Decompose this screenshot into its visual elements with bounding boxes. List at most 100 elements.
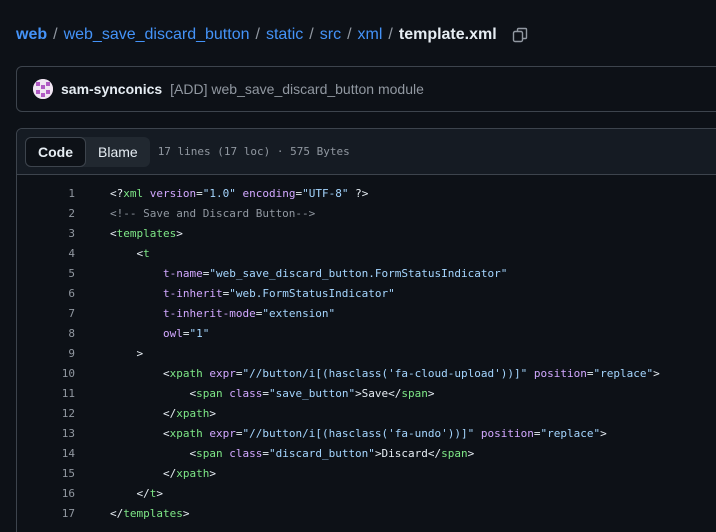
line-number[interactable]: 7 bbox=[17, 307, 75, 320]
line-number[interactable]: 10 bbox=[17, 367, 75, 380]
code-token: "//button/i[(hasclass('fa-undo'))]" bbox=[242, 426, 475, 440]
code-token: > bbox=[653, 366, 660, 380]
code-token: = bbox=[262, 446, 269, 460]
code-token: < bbox=[110, 366, 170, 380]
line-number[interactable]: 15 bbox=[17, 467, 75, 480]
line-number[interactable]: 5 bbox=[17, 267, 75, 280]
code-line: 13 <xpath expr = "//button/i[(hasclass('fa… bbox=[17, 423, 716, 443]
tab-blame[interactable]: Blame bbox=[86, 137, 150, 167]
breadcrumb: web / web_save_discard_button / static /… bbox=[16, 24, 531, 46]
line-number[interactable]: 2 bbox=[17, 207, 75, 220]
breadcrumb-current-file: template.xml bbox=[398, 26, 497, 43]
code-token: span bbox=[196, 386, 223, 400]
copy-icon bbox=[512, 27, 527, 43]
code-text: t-inherit-mode="extension" bbox=[110, 307, 335, 320]
code-token: "1" bbox=[189, 326, 210, 340]
code-text: <templates> bbox=[110, 227, 183, 240]
code-token: < bbox=[110, 446, 197, 460]
code-text: t-inherit="web.FormStatusIndicator" bbox=[110, 287, 395, 300]
code-token: "replace" bbox=[540, 426, 601, 440]
code-text: </xpath> bbox=[110, 407, 216, 420]
line-number[interactable]: 13 bbox=[17, 427, 75, 440]
code-line: 3 <templates> bbox=[17, 223, 716, 243]
code-token: = bbox=[262, 386, 269, 400]
code-token: < bbox=[110, 226, 117, 240]
file-stats: 17 lines (17 loc) · 575 Bytes bbox=[157, 145, 350, 158]
line-number[interactable]: 14 bbox=[17, 447, 75, 460]
code-line: 17 </templates> bbox=[17, 503, 716, 523]
code-token: "save_button" bbox=[268, 386, 356, 400]
code-line: 9 > bbox=[17, 343, 716, 363]
code-text: </xpath> bbox=[110, 467, 216, 480]
view-mode-toggle: Code Blame bbox=[25, 136, 150, 167]
code-token: "//button/i[(hasclass('fa-cloud-upload')… bbox=[242, 366, 528, 380]
code-token: encoding bbox=[242, 186, 296, 200]
line-number[interactable]: 4 bbox=[17, 247, 75, 260]
line-number[interactable]: 3 bbox=[17, 227, 75, 240]
line-number[interactable]: 9 bbox=[17, 347, 75, 360]
code-token: < bbox=[110, 246, 144, 260]
code-line: 6 t-inherit="web.FormStatusIndicator" bbox=[17, 283, 716, 303]
code-text: </templates> bbox=[110, 507, 189, 520]
code-token: = bbox=[586, 366, 594, 380]
breadcrumb-separator: / bbox=[309, 26, 314, 43]
code-token: templates bbox=[123, 506, 183, 520]
code-token: >Discard</ bbox=[374, 446, 442, 460]
breadcrumb-separator: / bbox=[255, 26, 260, 43]
breadcrumb-item-static[interactable]: static bbox=[266, 26, 303, 44]
file-viewer: Code Blame 17 lines (17 loc) · 575 Bytes… bbox=[16, 128, 716, 532]
breadcrumb-item-xml[interactable]: xml bbox=[358, 26, 383, 44]
code-text: <span class="save_button">Save</span> bbox=[110, 386, 434, 400]
code-token: expr bbox=[209, 366, 236, 380]
code-token: version bbox=[149, 186, 197, 200]
code-token: > bbox=[110, 346, 144, 360]
code-token: <!-- Save and Discard Button--> bbox=[110, 206, 316, 220]
code-token: xpath bbox=[176, 466, 210, 480]
code-token: < bbox=[110, 426, 170, 440]
code-token: xpath bbox=[169, 366, 203, 380]
commit-author[interactable]: sam-synconics bbox=[61, 81, 162, 97]
line-number[interactable]: 11 bbox=[17, 387, 75, 400]
file-header: Code Blame 17 lines (17 loc) · 575 Bytes bbox=[17, 129, 716, 175]
code-token: </ bbox=[110, 506, 124, 520]
line-number[interactable]: 1 bbox=[17, 187, 75, 200]
breadcrumb-item-web[interactable]: web bbox=[16, 26, 47, 44]
code-token: t bbox=[143, 246, 150, 260]
code-token: t-inherit-mode bbox=[162, 306, 256, 320]
commit-message[interactable]: [ADD] web_save_discard_button module bbox=[170, 81, 424, 97]
code-line: 4 <t bbox=[17, 243, 716, 263]
code-text: </t> bbox=[110, 487, 163, 500]
line-number[interactable]: 6 bbox=[17, 287, 75, 300]
tab-code[interactable]: Code bbox=[25, 136, 86, 167]
line-number[interactable]: 8 bbox=[17, 327, 75, 340]
code-view: 1 <?xml version="1.0" encoding="UTF-8" ?>… bbox=[17, 175, 716, 523]
breadcrumb-item-module[interactable]: web_save_discard_button bbox=[64, 26, 250, 44]
copy-path-button[interactable] bbox=[509, 24, 531, 46]
code-token: > bbox=[182, 506, 190, 520]
code-token: > bbox=[156, 486, 163, 500]
code-token: span bbox=[401, 386, 428, 400]
code-token: "web_save_discard_button.FormStatusIndic… bbox=[209, 266, 508, 280]
code-token: position bbox=[533, 366, 587, 380]
code-line: 16 </t> bbox=[17, 483, 716, 503]
code-token: xpath bbox=[176, 406, 210, 420]
breadcrumb-item-src[interactable]: src bbox=[320, 26, 341, 44]
code-text: > bbox=[110, 347, 143, 360]
code-line: 12 </xpath> bbox=[17, 403, 716, 423]
code-token: xpath bbox=[169, 426, 203, 440]
line-number[interactable]: 12 bbox=[17, 407, 75, 420]
code-text: t-name="web_save_discard_button.FormStat… bbox=[110, 267, 507, 280]
breadcrumb-separator: / bbox=[347, 26, 352, 43]
line-number[interactable]: 17 bbox=[17, 507, 75, 520]
line-number[interactable]: 16 bbox=[17, 487, 75, 500]
avatar[interactable] bbox=[33, 79, 53, 99]
code-token: "replace" bbox=[593, 366, 654, 380]
code-token: span bbox=[196, 446, 223, 460]
code-token: "1.0" bbox=[202, 186, 236, 200]
code-token: </ bbox=[110, 486, 150, 500]
code-line: 11 <span class="save_button">Save</span> bbox=[17, 383, 716, 403]
